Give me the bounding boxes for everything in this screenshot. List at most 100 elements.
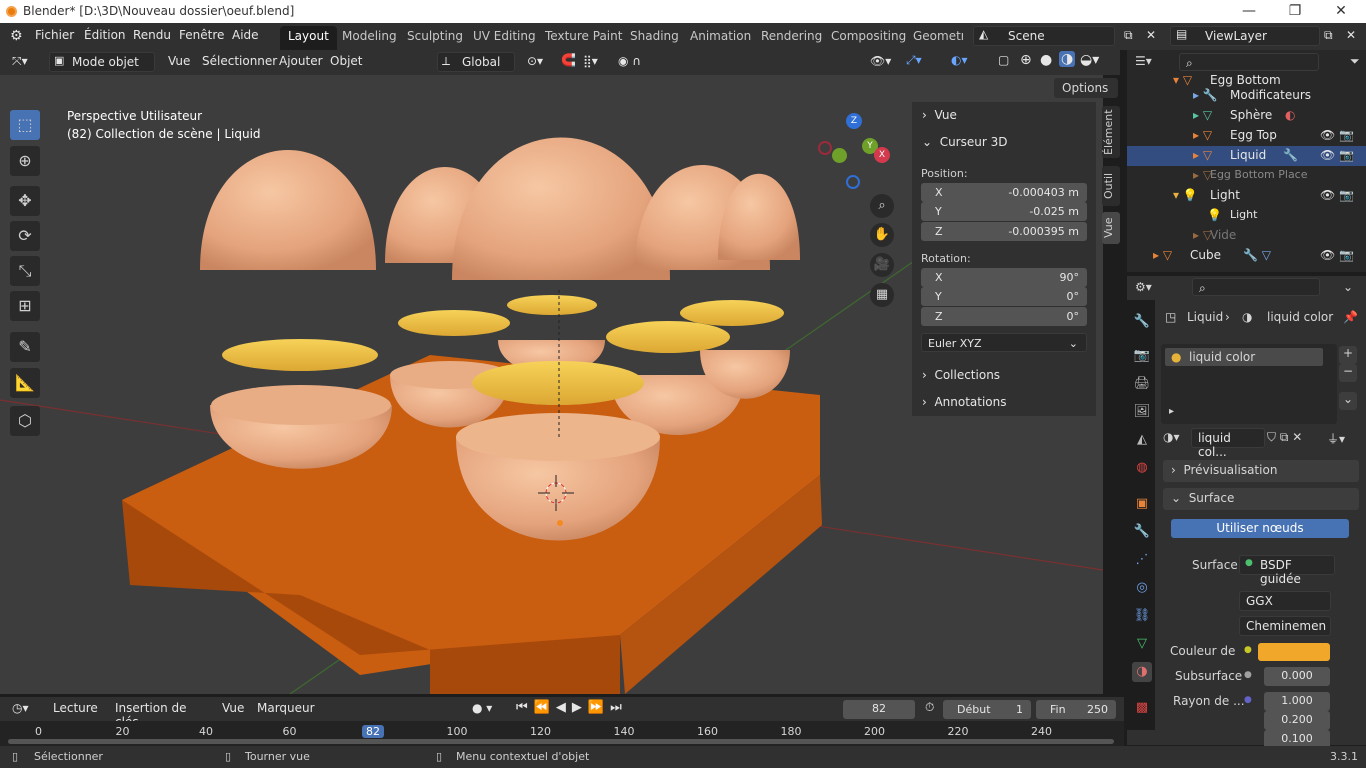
tab-shading[interactable]: Shading <box>630 29 679 43</box>
menu-aide[interactable]: Aide <box>232 28 259 42</box>
outliner-search-input[interactable]: ⌕ <box>1179 53 1319 71</box>
scale-tool-icon[interactable]: ⤡ <box>10 256 40 286</box>
view-layer-props-icon[interactable]: 🖼 <box>1132 402 1152 422</box>
start-frame-field[interactable]: Début 1 <box>943 700 1031 719</box>
shading-wireframe-icon[interactable]: ⊕ <box>1020 52 1032 68</box>
surface-shader-field[interactable]: BSDF guidée <box>1239 555 1335 586</box>
tab-compositing[interactable]: Compositing <box>831 29 906 43</box>
current-frame-marker[interactable]: 82 <box>362 725 384 738</box>
options-button[interactable]: Options <box>1054 78 1118 98</box>
gizmo-neg-z-icon[interactable] <box>846 175 860 189</box>
gizmo-x-icon[interactable]: X <box>874 147 890 163</box>
outliner-row[interactable]: ▸ ▽ Cube 🔧 ▽ 👁 📷 <box>1127 246 1366 266</box>
overlay-toggle-icon[interactable]: ◐▾ <box>951 53 968 67</box>
tool-props-icon[interactable]: 🔧 <box>1132 312 1152 332</box>
menu-fenetre[interactable]: Fenêtre <box>179 28 224 42</box>
snap-target-icon[interactable]: ⣿▾ <box>583 54 598 68</box>
grid-perspective-icon[interactable]: ▦ <box>870 283 894 307</box>
cursor-rotation-x[interactable]: X 90° <box>921 268 1087 287</box>
tab-animation[interactable]: Animation <box>690 29 751 43</box>
maximize-button[interactable]: ❐ <box>1272 1 1318 21</box>
world-props-icon[interactable]: ◍ <box>1132 458 1152 478</box>
modifier-props-icon[interactable]: 🔧 <box>1132 522 1152 542</box>
material-slot-list[interactable]: ● liquid color ▸ <box>1161 344 1337 424</box>
pin-icon[interactable]: 📌 <box>1343 310 1358 324</box>
tab-vue[interactable]: Vue <box>1102 212 1120 244</box>
radius-field-x[interactable]: 1.000 <box>1264 692 1330 711</box>
close-button[interactable]: ✕ <box>1318 1 1364 21</box>
tab-sculpting[interactable]: Sculpting <box>407 29 463 43</box>
outliner-row[interactable]: ▸ ▽ Sphère ◐ <box>1127 106 1366 126</box>
current-frame-field[interactable]: 82 <box>843 700 915 719</box>
subsurface-field[interactable]: 0.000 <box>1264 667 1330 686</box>
scene-props-icon[interactable]: ◭ <box>1132 430 1152 450</box>
object-props-icon[interactable]: ▣ <box>1132 494 1152 514</box>
timeline-menu-insertion[interactable]: Insertion de clés <box>109 699 213 729</box>
pivot-icon[interactable]: ⊙▾ <box>527 54 543 68</box>
shading-rendered-icon[interactable]: ◒▾ <box>1080 52 1099 68</box>
particles-props-icon[interactable]: ⋰ <box>1132 550 1152 570</box>
material-props-icon[interactable]: ◑ <box>1132 662 1152 682</box>
base-color-swatch[interactable] <box>1258 643 1330 661</box>
outliner-row[interactable]: 💡 Light <box>1127 206 1366 226</box>
outliner-row[interactable]: ▸ ▽ Liquid 🔧 👁 📷 <box>1127 146 1366 166</box>
gizmo-neg-y-icon[interactable] <box>832 148 847 163</box>
material-name-field[interactable]: liquid col... <box>1191 428 1265 459</box>
cursor-position-z[interactable]: Z -0.000395 m <box>921 222 1087 241</box>
section-previsualisation[interactable]: › Prévisualisation <box>1163 460 1359 482</box>
outliner-row[interactable]: ▸ ▽ Egg Bottom Place <box>1127 166 1366 186</box>
section-surface[interactable]: ⌄ Surface <box>1163 488 1359 510</box>
tab-uv-editing[interactable]: UV Editing <box>473 29 536 43</box>
transform-tool-icon[interactable]: ⊞ <box>10 291 40 321</box>
properties-type-icon[interactable]: ⚙▾ <box>1135 280 1152 294</box>
gizmo-neg-x-icon[interactable] <box>818 141 832 155</box>
gizmo-toggle-icon[interactable]: ⤢▾ <box>906 53 922 68</box>
filter-icon[interactable]: ⏷ <box>1350 54 1360 69</box>
delete-scene-icon[interactable]: ✕ <box>1146 28 1156 42</box>
dropdown-icon[interactable]: ⌄ <box>1343 280 1353 294</box>
menu-edition[interactable]: Édition <box>84 28 126 42</box>
cursor-rotation-y[interactable]: Y 0° <box>921 287 1087 306</box>
mode-selector[interactable]: Mode objet <box>49 52 155 72</box>
data-props-icon[interactable]: ▽ <box>1132 634 1152 654</box>
zoom-icon[interactable]: ⌕ <box>870 194 894 218</box>
node-tree-icon[interactable]: ⏚▾ <box>1327 430 1345 447</box>
material-slot-item[interactable]: ● liquid color <box>1165 348 1323 366</box>
new-scene-icon[interactable]: ⧉ <box>1124 28 1133 43</box>
viewlayer-selector[interactable]: ViewLayer <box>1170 26 1320 46</box>
tab-rendering[interactable]: Rendering <box>761 29 822 43</box>
editor-type-icon[interactable]: ⤧▾ <box>12 54 28 69</box>
physics-props-icon[interactable]: ◎ <box>1132 578 1152 598</box>
pan-hand-icon[interactable]: ✋ <box>870 223 894 247</box>
measure-tool-icon[interactable]: 📐 <box>10 368 40 398</box>
menu-rendu[interactable]: Rendu <box>133 28 171 42</box>
header-menu-vue[interactable]: Vue <box>168 54 190 68</box>
distribution-select[interactable]: GGX <box>1239 591 1331 611</box>
outliner-row[interactable]: ▸ ▽ Vide <box>1127 226 1366 246</box>
xray-icon[interactable]: ▢ <box>998 53 1009 67</box>
output-props-icon[interactable]: 🖨 <box>1132 374 1152 394</box>
timeline-menu-vue[interactable]: Vue <box>222 701 244 715</box>
move-tool-icon[interactable]: ✥ <box>10 186 40 216</box>
radius-field-y[interactable]: 0.200 <box>1264 711 1330 730</box>
shading-material-icon[interactable]: ◑ <box>1059 51 1076 67</box>
scene-selector[interactable]: Scene <box>973 26 1115 46</box>
use-nodes-button[interactable]: Utiliser nœuds <box>1171 519 1349 538</box>
tab-layout[interactable]: Layout <box>280 26 337 50</box>
np-section-collections[interactable]: › Collections <box>912 364 1096 388</box>
tab-outil[interactable]: Outil <box>1102 166 1120 206</box>
np-section-vue[interactable]: › Vue <box>912 104 1096 128</box>
menu-fichier[interactable]: Fichier <box>35 28 74 42</box>
end-frame-field[interactable]: Fin 250 <box>1036 700 1116 719</box>
outliner-row[interactable]: ▸ 🔧 Modificateurs <box>1127 86 1366 106</box>
add-cube-tool-icon[interactable]: ⬡ <box>10 406 40 436</box>
playback-controls-icon[interactable]: ⏮⏪◀▶⏩⏭ <box>516 700 628 715</box>
rotation-mode-select[interactable]: Euler XYZ ⌄ <box>921 333 1087 352</box>
constraints-props-icon[interactable]: ⛓ <box>1132 606 1152 626</box>
expand-arrow-icon[interactable]: ▸ <box>1169 406 1174 417</box>
new-viewlayer-icon[interactable]: ⧉ <box>1324 28 1333 43</box>
timeline-menu-marqueur[interactable]: Marqueur <box>257 701 315 715</box>
gizmo-z-icon[interactable]: Z <box>846 113 862 129</box>
np-section-annotations[interactable]: › Annotations <box>912 391 1096 415</box>
tab-texture-paint[interactable]: Texture Paint <box>545 29 622 43</box>
